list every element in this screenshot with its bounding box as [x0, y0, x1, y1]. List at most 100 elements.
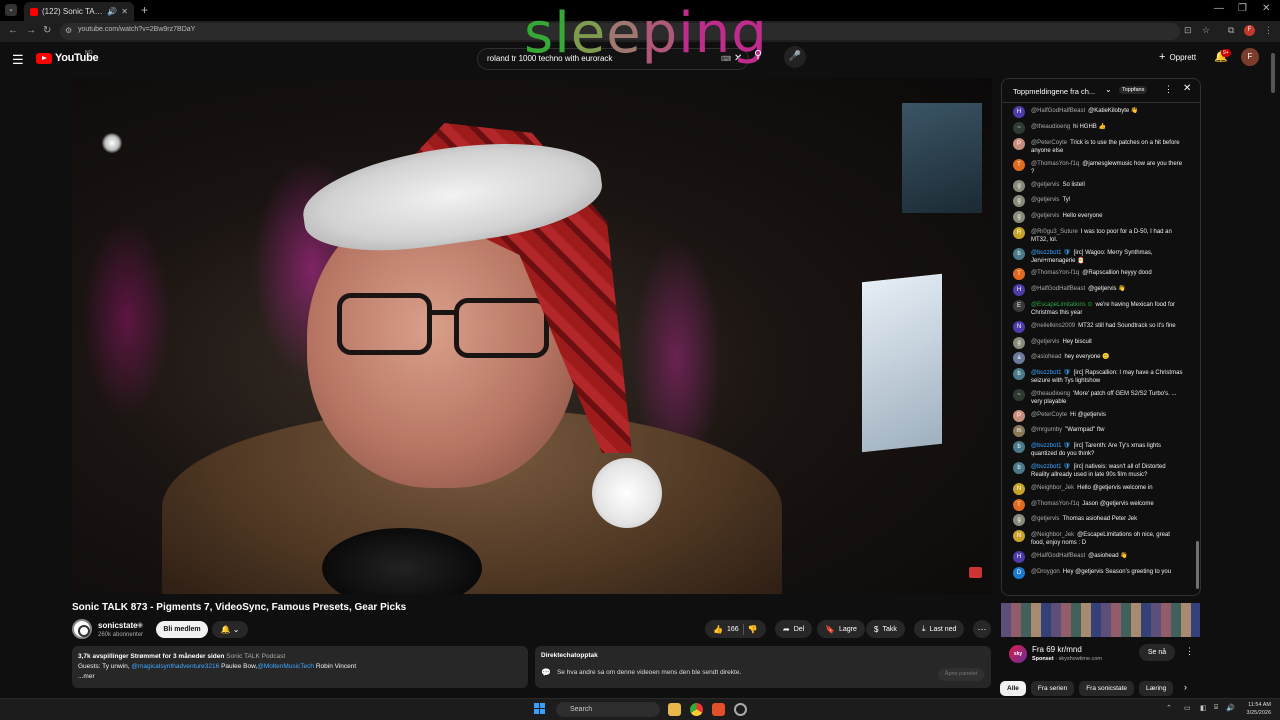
chat-message[interactable]: b @buzzbot1 🛡 [irc] Rapscallion: I may hav… — [1002, 367, 1194, 388]
channel-watermark-icon[interactable] — [969, 567, 982, 578]
chip-from-channel[interactable]: Fra sonicstate — [1079, 681, 1135, 696]
chat-author-avatar[interactable]: R — [1013, 226, 1025, 239]
chat-author-name[interactable]: @ThomasYon-f1q — [1031, 270, 1079, 276]
chip-from-series[interactable]: Fra serien — [1030, 681, 1075, 696]
podcast-link[interactable]: Sonic TALK Podcast — [226, 653, 285, 660]
chat-author-avatar[interactable]: N — [1013, 320, 1025, 333]
chat-author-avatar[interactable]: H — [1013, 284, 1025, 297]
page-scrollbar[interactable] — [1270, 47, 1276, 697]
chat-author-avatar[interactable]: H — [1013, 550, 1025, 563]
chat-menu-icon[interactable]: ⋮ — [1164, 84, 1173, 95]
file-explorer-icon[interactable] — [668, 703, 681, 716]
chat-author-name[interactable]: @HalfGodHalfBeast — [1031, 553, 1085, 559]
system-clock[interactable]: 11:54 AM 3/25/2026 — [1239, 701, 1271, 717]
chat-author-name[interactable]: @theaudioeng — [1031, 391, 1070, 397]
chat-author-name[interactable]: @getjervis — [1031, 197, 1059, 203]
chat-scroll-thumb[interactable] — [1196, 541, 1199, 589]
chat-author-name[interactable]: @buzzbot1 🛡 — [1031, 464, 1071, 470]
search-icon[interactable]: ⚲ — [754, 48, 762, 61]
show-more-link[interactable]: ...mer — [78, 673, 95, 680]
chat-message[interactable]: R @Rr0gu3_Suture I was too poor for a D-50… — [1002, 225, 1194, 246]
chat-author-name[interactable]: @PeterCoyte — [1031, 412, 1067, 418]
chrome-icon[interactable] — [690, 703, 703, 716]
thanks-button[interactable]: $ Takk — [866, 620, 905, 638]
chip-learning[interactable]: Læring — [1139, 681, 1174, 696]
chat-author-name[interactable]: @getjervis — [1031, 213, 1059, 219]
close-window-icon[interactable]: ✕ — [1262, 3, 1270, 14]
chat-author-name[interactable]: @ThomasYon-f1q — [1031, 501, 1079, 507]
chat-author-avatar[interactable]: g — [1013, 336, 1025, 349]
join-button[interactable]: Bli medlem — [156, 621, 208, 638]
chat-author-avatar[interactable]: P — [1013, 409, 1025, 422]
volume-icon[interactable]: 🔊 — [1226, 704, 1235, 712]
save-button[interactable]: 🔖 Lagre — [817, 620, 865, 638]
chat-message[interactable]: H @HalfGodHalfBeast @getjervis 👋 — [1002, 283, 1194, 299]
chat-author-avatar[interactable]: H — [1013, 106, 1025, 119]
chevron-right-icon[interactable]: › — [1184, 682, 1187, 692]
browser-tab[interactable]: (122) Sonic TALK 873 - Pigm 🔊 ✕ — [24, 2, 134, 21]
chat-author-name[interactable]: @getjervis — [1031, 182, 1059, 188]
dislike-icon[interactable]: 👎 — [748, 625, 758, 634]
chat-author-name[interactable]: @buzzbot1 🛡 — [1031, 370, 1071, 376]
account-avatar[interactable]: F — [1241, 48, 1259, 66]
chat-author-avatar[interactable]: ~ — [1013, 122, 1025, 135]
subscribed-bell-button[interactable]: 🔔 ⌄ — [212, 621, 248, 638]
chat-author-avatar[interactable]: g — [1013, 179, 1025, 192]
tab-close-icon[interactable]: ✕ — [121, 7, 128, 16]
chat-author-avatar[interactable]: b — [1013, 441, 1025, 454]
video-description[interactable]: 3,7k avspillinger Strømmet for 3 måneder… — [72, 646, 528, 688]
more-actions-icon[interactable]: ⋯ — [973, 620, 991, 638]
chat-author-name[interactable]: @Neighbor_Jek — [1031, 485, 1074, 491]
chat-scrollbar[interactable] — [1196, 105, 1200, 595]
chat-author-avatar[interactable]: T — [1013, 268, 1025, 281]
chat-message[interactable]: ~ @theaudioeng hi HGHB 👍 — [1002, 121, 1194, 137]
back-icon[interactable]: ← — [8, 25, 18, 36]
chat-author-name[interactable]: @getjervis — [1031, 516, 1059, 522]
ad-menu-icon[interactable]: ⋮ — [1185, 646, 1194, 657]
chat-author-name[interactable]: @HalfGodHalfBeast — [1031, 286, 1085, 292]
chat-message[interactable]: g @getjervis Thomas asiohead Peter Jek — [1002, 513, 1194, 529]
chat-message[interactable]: N @neilelkins2009 MT32 still had Soundtrac… — [1002, 319, 1194, 335]
create-button[interactable]: + Opprett — [1159, 51, 1196, 63]
reload-icon[interactable]: ↻ — [43, 25, 51, 36]
chat-author-avatar[interactable]: T — [1013, 498, 1025, 511]
tray-chevron-icon[interactable]: ⌃ — [1166, 704, 1172, 712]
tray-app-icon[interactable]: ▭ — [1184, 704, 1191, 712]
chat-message[interactable]: a @asiohead hey everyone 🙂 — [1002, 351, 1194, 367]
forward-icon[interactable]: → — [26, 25, 36, 36]
speaker-icon[interactable]: 🔊 — [107, 7, 117, 16]
chat-author-name[interactable]: @asiohead — [1031, 354, 1061, 360]
chat-message[interactable]: N @Neighbor_Jek @EscapeLimitations oh nice… — [1002, 529, 1194, 550]
chat-message[interactable]: b @buzzbot1 🛡 [irc] nativeis: wasn't all o… — [1002, 461, 1194, 482]
chat-author-name[interactable]: @Neighbor_Jek — [1031, 532, 1074, 538]
chip-all[interactable]: Alle — [1000, 681, 1026, 696]
chat-message[interactable]: g @getjervis Hello everyone — [1002, 210, 1194, 226]
app-icon[interactable] — [734, 703, 747, 716]
extensions-icon[interactable]: ⧉ — [1228, 25, 1234, 36]
chat-author-name[interactable]: @EscapeLimitations ⊙ — [1031, 302, 1092, 308]
guest-link[interactable]: @MoltenMusicTech — [257, 663, 314, 670]
open-panel-button[interactable]: Åpne panelet — [938, 668, 984, 681]
chat-author-avatar[interactable]: ~ — [1013, 388, 1025, 401]
chat-author-name[interactable]: @Droygon — [1031, 569, 1060, 575]
brave-icon[interactable] — [712, 703, 725, 716]
sponsored-ad[interactable]: sky Fra 69 kr/mnd Sponset · skyshowtime.… — [1001, 641, 1201, 667]
windows-start-icon[interactable] — [534, 703, 546, 715]
maximize-icon[interactable]: ❐ — [1238, 3, 1247, 14]
chat-message[interactable]: E @EscapeLimitations ⊙ we're having Mexica… — [1002, 299, 1194, 320]
chat-author-name[interactable]: @getjervis — [1031, 339, 1059, 345]
close-chat-icon[interactable]: ✕ — [1183, 83, 1191, 94]
chat-message[interactable]: P @PeterCoyte Trick is to use the patches … — [1002, 137, 1194, 158]
channel-name[interactable]: sonicstate — [98, 621, 138, 630]
chat-author-name[interactable]: @PeterCoyte — [1031, 140, 1067, 146]
download-button[interactable]: ⤓ Last ned — [914, 620, 965, 638]
chat-author-avatar[interactable]: g — [1013, 195, 1025, 208]
taskbar-search-field[interactable]: Search — [556, 702, 660, 717]
chat-author-name[interactable]: @Rr0gu3_Suture — [1031, 229, 1078, 235]
voice-search-icon[interactable]: 🎤 — [784, 46, 806, 68]
like-icon[interactable]: 👍 — [713, 625, 723, 634]
like-count[interactable]: 166 — [727, 626, 739, 633]
browser-menu-icon[interactable]: ⋮ — [1264, 25, 1273, 36]
chat-message[interactable]: g @getjervis So listell — [1002, 178, 1194, 194]
chat-author-avatar[interactable]: b — [1013, 462, 1025, 475]
